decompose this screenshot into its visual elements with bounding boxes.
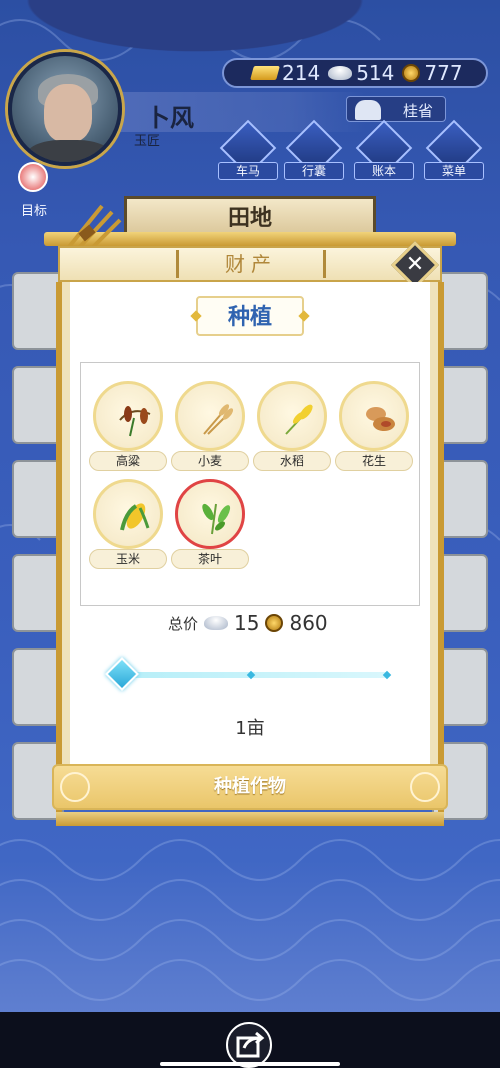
nav-ledger-label: 账本 [354,162,414,180]
crop-label: 小麦 [171,451,249,471]
planting-amount: 1亩 [235,718,265,739]
total-price-row: 总价 15 860 [168,610,328,636]
crop-icon-frame [93,381,163,451]
section-title: 种植 [227,304,272,330]
section-title-frame: 种植 [190,296,310,336]
crop-label: 水稻 [253,451,331,471]
currency-bar: 214 514 777 [222,58,488,88]
modal-bottom-bar [56,812,444,826]
gold-bar-icon [250,66,280,80]
nav-menu-button[interactable]: 菜单 [424,119,484,184]
silver-amount: 514 [356,61,395,85]
region-name: 桂省 [403,102,434,120]
cloud-ornament-icon [410,772,440,802]
share-arrow-icon [236,1031,265,1058]
nav-luggage-button[interactable]: 行囊 [284,119,344,184]
corn-icon [120,503,150,531]
region-button[interactable]: 桂省 [346,96,446,122]
silver-ingot-icon [204,616,229,630]
crops-panel: 高粱 小麦 水稻 花生 玉米 茶叶 [80,362,420,606]
silver-ingot-icon [328,66,353,80]
crop-icon-frame [175,381,245,451]
location-icon [355,100,381,120]
crop-peanut[interactable]: 花生 [335,381,413,473]
goal-flag-icon [18,162,48,192]
crop-icon-frame [93,479,163,549]
crop-label: 茶叶 [171,549,249,569]
crop-sorghum[interactable]: 高粱 [89,381,167,473]
nav-luggage-label: 行囊 [284,162,344,180]
nav-menu-label: 菜单 [424,162,484,180]
home-indicator[interactable] [160,1062,340,1066]
total-price-label: 总价 [168,614,199,633]
nav-carriage-button[interactable]: 车马 [218,119,278,184]
close-icon: ✕ [405,252,425,277]
sorghum-icon [119,406,151,437]
crop-label: 玉米 [89,549,167,569]
crop-label: 花生 [335,451,413,471]
price-coins: 860 [289,611,328,635]
plant-crop-label: 种植作物 [214,776,286,797]
avatar-face [44,84,92,142]
modal-header: 财产 [58,246,442,282]
copper-coin-icon [402,64,421,82]
price-silver: 15 [234,611,260,635]
wheat-icon [203,404,234,435]
crop-icon-frame-selected [175,479,245,549]
peanut-icon [366,407,395,431]
crop-tea[interactable]: 茶叶 [171,479,249,571]
plant-crop-button[interactable]: 种植作物 [52,764,448,810]
player-title: 玉匠 [134,134,161,149]
modal-header-title: 财产 [176,250,326,278]
copper-coin-icon [265,614,284,632]
coin-amount: 777 [424,61,463,85]
nav-ledger-button[interactable]: 账本 [354,119,414,184]
crop-rice[interactable]: 水稻 [253,381,331,473]
crop-icon-frame [257,381,327,451]
crop-label: 高粱 [89,451,167,471]
crop-wheat[interactable]: 小麦 [171,381,249,473]
player-name: 卜风 [146,103,194,132]
amount-slider-track[interactable] [122,672,390,678]
crop-icon-frame [339,381,409,451]
gold-amount: 214 [282,61,321,85]
player-avatar[interactable] [8,52,122,166]
rice-icon [285,404,313,435]
crop-corn[interactable]: 玉米 [89,479,167,571]
top-cloud-swirl [0,0,390,60]
tea-icon [202,503,231,535]
cloud-ornament-icon [60,772,90,802]
nav-carriage-label: 车马 [218,162,278,180]
